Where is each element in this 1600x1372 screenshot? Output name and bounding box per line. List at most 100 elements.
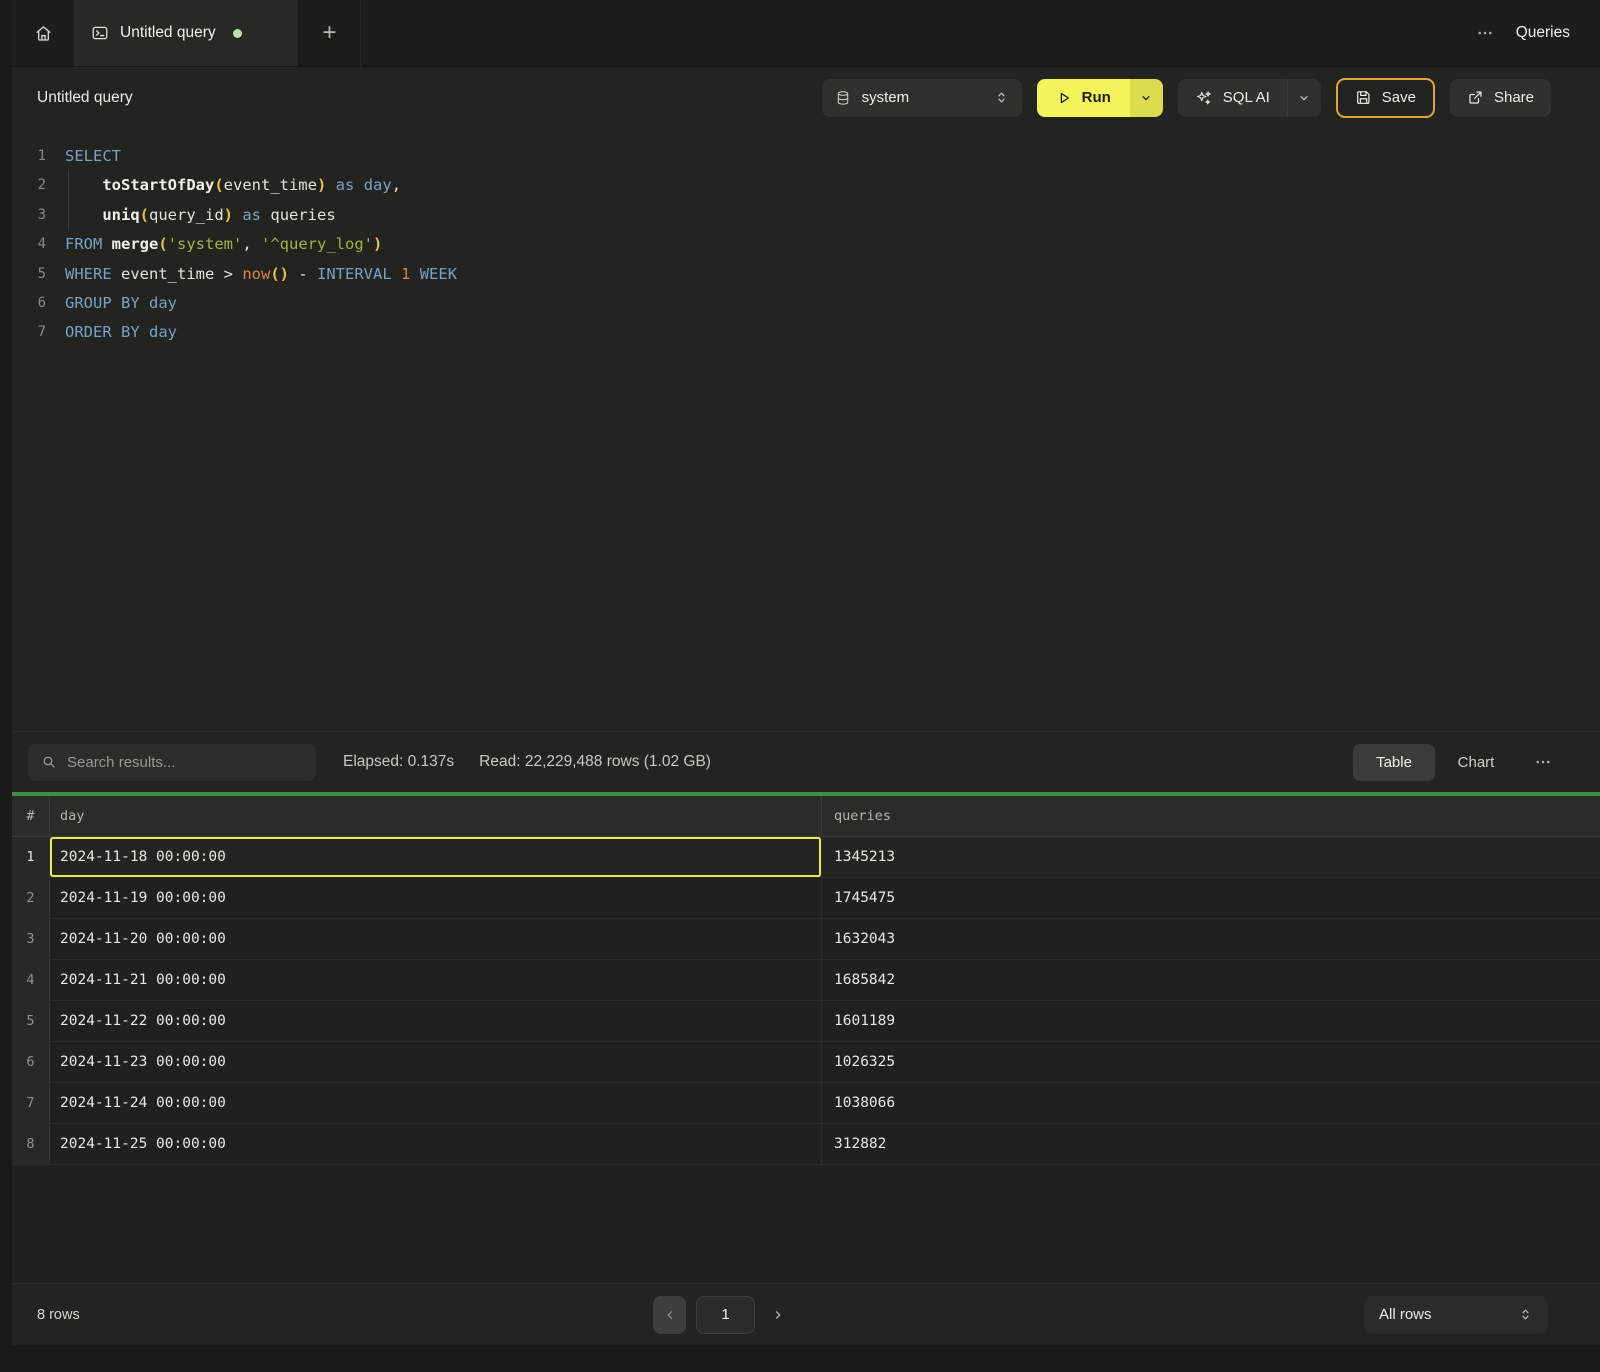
search-results-box	[28, 744, 316, 781]
cell-day[interactable]: 2024-11-18 00:00:00	[50, 837, 822, 877]
code-line[interactable]: 2 toStartOfDay(event_time) as day,	[12, 171, 1600, 200]
row-index: 7	[12, 1083, 50, 1123]
code-line[interactable]: 5WHERE event_time > now() - INTERVAL 1 W…	[12, 260, 1600, 289]
code-text: uniq(query_id) as queries	[65, 201, 336, 230]
tab-table[interactable]: Table	[1353, 744, 1435, 781]
tab-untitled-query[interactable]: Untitled query	[75, 0, 299, 66]
run-button[interactable]: Run	[1037, 79, 1130, 117]
updown-icon	[1518, 1307, 1533, 1322]
next-page-button[interactable]	[765, 1296, 791, 1334]
tab-chart[interactable]: Chart	[1435, 744, 1517, 781]
cell-queries[interactable]: 312882	[822, 1124, 1600, 1164]
results-table: # day queries 12024-11-18 00:00:00134521…	[12, 796, 1600, 1283]
tab-label: Untitled query	[120, 24, 216, 42]
chevron-down-icon	[1139, 91, 1153, 105]
cell-day[interactable]: 2024-11-25 00:00:00	[50, 1124, 822, 1164]
code-text: SELECT	[65, 142, 121, 171]
pagination: 1	[653, 1296, 791, 1334]
page-size-value: All rows	[1379, 1306, 1432, 1323]
row-index: 3	[12, 919, 50, 959]
code-line[interactable]: 7ORDER BY day	[12, 318, 1600, 347]
cell-day[interactable]: 2024-11-22 00:00:00	[50, 1001, 822, 1041]
cell-queries[interactable]: 1685842	[822, 960, 1600, 1000]
sql-ai-options-button[interactable]	[1287, 79, 1321, 117]
cell-day[interactable]: 2024-11-20 00:00:00	[50, 919, 822, 959]
previous-page-button[interactable]	[653, 1296, 686, 1334]
home-icon	[34, 24, 53, 43]
row-index: 8	[12, 1124, 50, 1164]
results-footer: 8 rows 1 All rows	[12, 1283, 1600, 1345]
sql-editor[interactable]: 1SELECT2 toStartOfDay(event_time) as day…	[12, 128, 1600, 731]
share-button[interactable]: Share	[1450, 79, 1551, 117]
query-header: Untitled query system Run	[12, 67, 1600, 128]
elapsed-stat: Elapsed: 0.137s	[343, 753, 454, 771]
row-index: 2	[12, 878, 50, 918]
chevron-right-icon	[771, 1308, 785, 1322]
results-menu-icon[interactable]	[1534, 753, 1552, 771]
save-label: Save	[1382, 89, 1416, 106]
line-number: 2	[12, 171, 46, 200]
cell-queries[interactable]: 1632043	[822, 919, 1600, 959]
sql-ai-label: SQL AI	[1223, 89, 1270, 106]
terminal-icon	[91, 24, 109, 42]
tab-bar-menu-icon[interactable]	[1476, 24, 1494, 42]
column-header-queries[interactable]: queries	[822, 796, 1600, 836]
cell-queries[interactable]: 1038066	[822, 1083, 1600, 1123]
sql-console-window: Untitled query + Queries Untitled query …	[12, 0, 1600, 1372]
new-tab-button[interactable]: +	[299, 0, 361, 66]
code-lines: 1SELECT2 toStartOfDay(event_time) as day…	[12, 142, 1600, 348]
database-value: system	[862, 89, 910, 106]
run-split-button: Run	[1037, 79, 1163, 117]
cell-day[interactable]: 2024-11-19 00:00:00	[50, 878, 822, 918]
code-line[interactable]: 6GROUP BY day	[12, 289, 1600, 318]
unsaved-dot-icon	[233, 29, 242, 38]
share-icon	[1467, 89, 1484, 106]
code-line[interactable]: 4 FROM merge('system', '^query_log')	[12, 230, 1600, 259]
code-line[interactable]: 3 uniq(query_id) as queries	[12, 201, 1600, 230]
search-results-input[interactable]	[67, 754, 303, 771]
save-icon	[1355, 89, 1372, 106]
table-row: 32024-11-20 00:00:001632043	[12, 919, 1600, 960]
code-text: WHERE event_time > now() - INTERVAL 1 WE…	[65, 260, 457, 289]
table-row: 52024-11-22 00:00:001601189	[12, 1001, 1600, 1042]
code-text: FROM merge('system', '^query_log')	[65, 230, 382, 259]
cell-queries[interactable]: 1345213	[822, 837, 1600, 877]
read-stat: Read: 22,229,488 rows (1.02 GB)	[479, 753, 711, 771]
table-body: 12024-11-18 00:00:00134521322024-11-19 0…	[12, 837, 1600, 1165]
database-selector[interactable]: system	[822, 79, 1022, 117]
cell-day[interactable]: 2024-11-24 00:00:00	[50, 1083, 822, 1123]
cell-queries[interactable]: 1601189	[822, 1001, 1600, 1041]
save-button[interactable]: Save	[1336, 78, 1435, 118]
line-number: 7	[12, 318, 46, 347]
code-text: toStartOfDay(event_time) as day,	[65, 171, 401, 200]
cell-day[interactable]: 2024-11-21 00:00:00	[50, 960, 822, 1000]
table-row: 72024-11-24 00:00:001038066	[12, 1083, 1600, 1124]
code-line[interactable]: 1SELECT	[12, 142, 1600, 171]
bottom-strip	[0, 1345, 1600, 1372]
line-number: 3	[12, 201, 46, 230]
run-label: Run	[1082, 89, 1111, 106]
home-button[interactable]	[12, 0, 75, 66]
cell-queries[interactable]: 1745475	[822, 878, 1600, 918]
search-icon	[41, 754, 57, 770]
run-options-button[interactable]	[1130, 79, 1163, 117]
view-toggle: Table Chart	[1353, 744, 1517, 781]
line-number: 4	[12, 230, 46, 259]
sql-ai-button[interactable]: SQL AI	[1178, 79, 1287, 117]
cell-queries[interactable]: 1026325	[822, 1042, 1600, 1082]
tab-bar: Untitled query + Queries	[12, 0, 1600, 67]
table-row: 22024-11-19 00:00:001745475	[12, 878, 1600, 919]
table-row: 42024-11-21 00:00:001685842	[12, 960, 1600, 1001]
page-title: Untitled query	[37, 89, 133, 107]
play-icon	[1056, 90, 1072, 106]
page-size-selector[interactable]: All rows	[1364, 1296, 1548, 1334]
cell-day[interactable]: 2024-11-23 00:00:00	[50, 1042, 822, 1082]
sparkles-icon	[1195, 89, 1213, 107]
column-header-day[interactable]: day	[50, 796, 822, 836]
queries-link[interactable]: Queries	[1516, 24, 1570, 42]
table-row: 62024-11-23 00:00:001026325	[12, 1042, 1600, 1083]
database-icon	[835, 90, 851, 106]
row-index: 4	[12, 960, 50, 1000]
page-number-button[interactable]: 1	[696, 1296, 755, 1334]
sql-ai-split-button: SQL AI	[1178, 79, 1321, 117]
